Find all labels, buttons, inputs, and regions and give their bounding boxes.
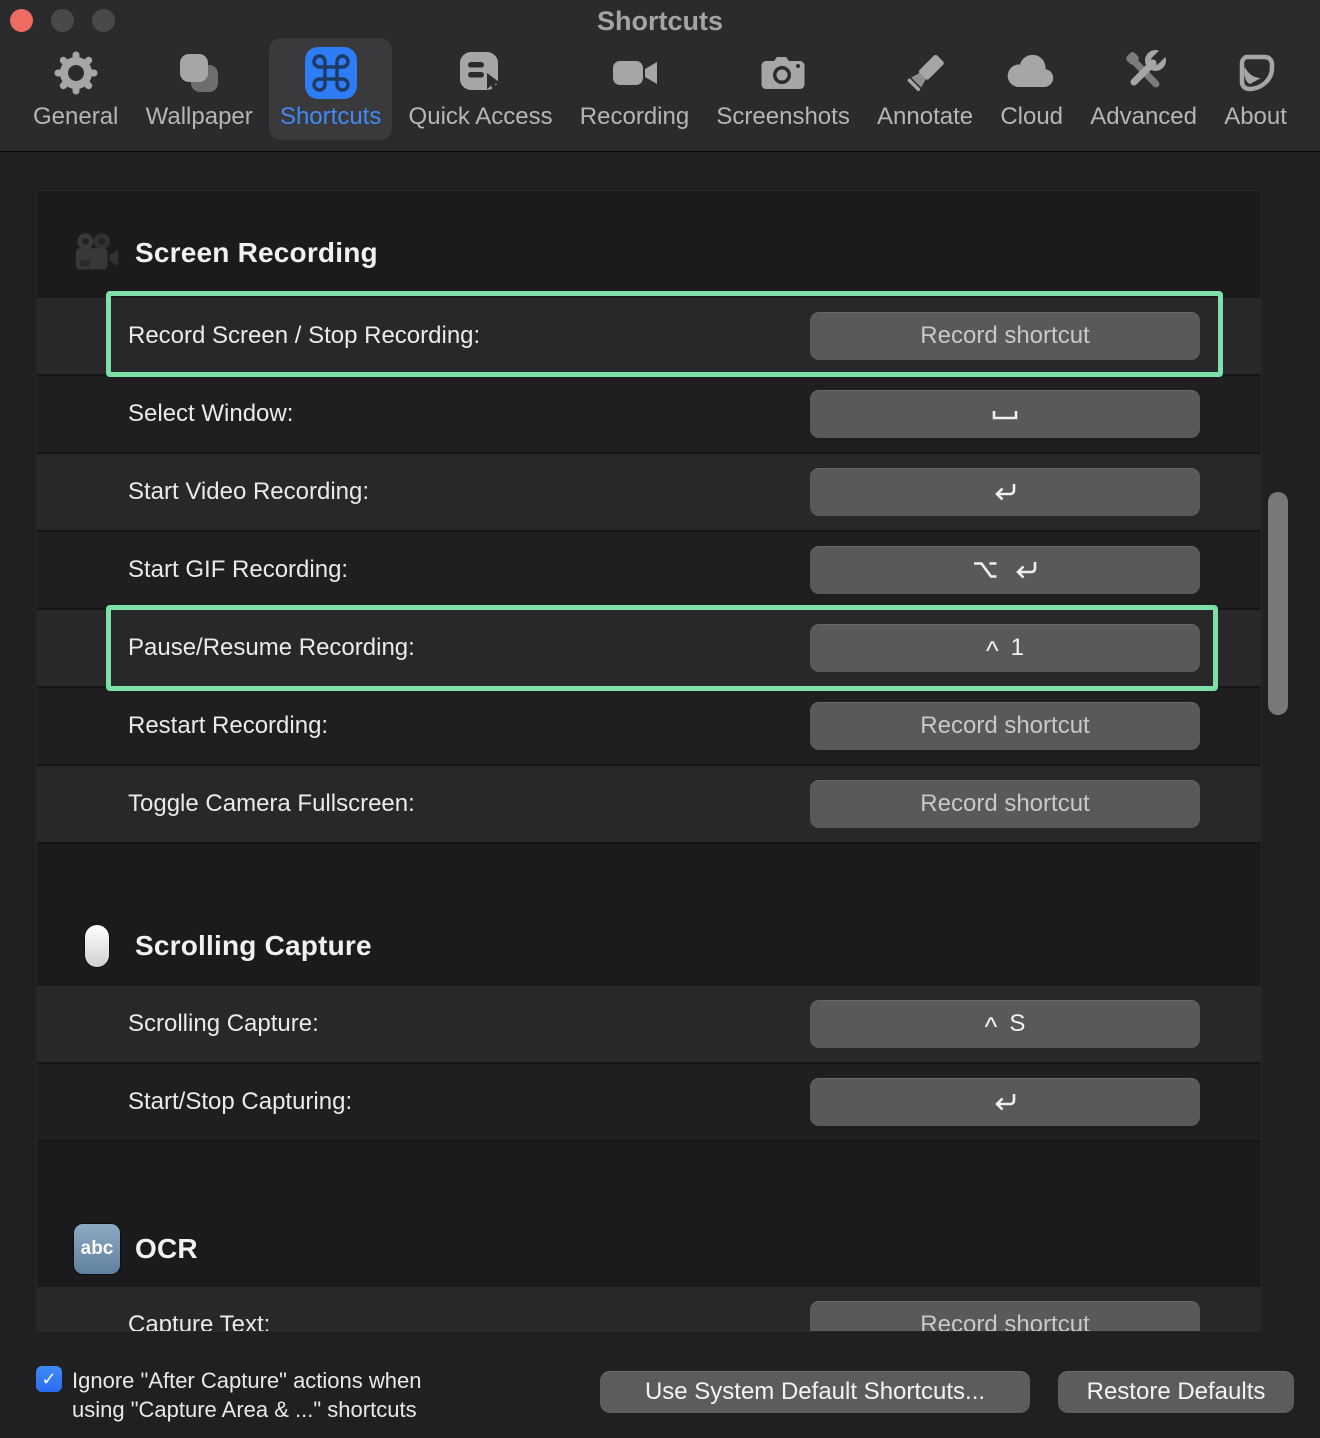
ignore-after-capture-checkbox-row: ✓ Ignore "After Capture" actions when us… <box>36 1366 421 1424</box>
section-header-ocr: abc OCR <box>37 1142 1261 1287</box>
tab-label-screenshots: Screenshots <box>716 103 849 131</box>
record-shortcut-placeholder: Record shortcut <box>920 712 1089 740</box>
window-chrome: Shortcuts General Wallpaper Shortcuts Quick… <box>0 0 1320 152</box>
ignore-after-capture-checkbox[interactable]: ✓ <box>36 1366 62 1392</box>
footer-buttons: Use System Default Shortcuts... Restore D… <box>600 1371 1294 1413</box>
restore-defaults-button[interactable]: Restore Defaults <box>1058 1371 1294 1413</box>
row-capture-text: Capture Text: Record shortcut <box>37 1287 1261 1332</box>
row-label: Start GIF Recording: <box>128 556 348 584</box>
camera-icon <box>759 45 807 101</box>
row-label: Capture Text: <box>128 1311 270 1332</box>
checkbox-label-line1: Ignore "After Capture" actions when <box>72 1366 421 1395</box>
tab-label-shortcuts: Shortcuts <box>280 103 381 131</box>
tab-advanced[interactable]: Advanced <box>1079 38 1208 140</box>
row-label: Start/Stop Capturing: <box>128 1088 352 1116</box>
record-shortcut-placeholder: Record shortcut <box>920 1311 1089 1332</box>
shortcut-button-select-window[interactable] <box>810 390 1200 438</box>
shortcut-button-restart-recording[interactable]: Record shortcut <box>810 702 1200 750</box>
tab-about[interactable]: About <box>1213 38 1298 140</box>
shortcut-button-scrolling-capture[interactable]: ^S <box>810 1000 1200 1048</box>
tab-label-cloud: Cloud <box>1000 103 1063 131</box>
toolbar-tabs: General Wallpaper Shortcuts Quick Access Rec… <box>0 38 1320 151</box>
tab-quick-access[interactable]: Quick Access <box>398 38 564 140</box>
mouse-shape <box>85 925 109 967</box>
cloud-icon <box>1006 45 1058 101</box>
gear-icon <box>53 45 99 101</box>
tab-label-general: General <box>33 103 118 131</box>
row-restart-recording: Restart Recording: Record shortcut <box>37 688 1261 764</box>
video-camera-icon <box>611 45 659 101</box>
row-start-gif-recording: Start GIF Recording: <box>37 532 1261 608</box>
marker-icon <box>902 45 948 101</box>
return-key-icon <box>1012 557 1040 583</box>
row-label: Select Window: <box>128 400 293 428</box>
tab-label-about: About <box>1224 103 1287 131</box>
record-shortcut-placeholder: Record shortcut <box>920 790 1089 818</box>
checkbox-label: Ignore "After Capture" actions when usin… <box>72 1366 421 1424</box>
use-system-default-shortcuts-button[interactable]: Use System Default Shortcuts... <box>600 1371 1030 1413</box>
tab-recording[interactable]: Recording <box>569 38 700 140</box>
mouse-icon <box>73 925 121 967</box>
tab-wallpaper[interactable]: Wallpaper <box>135 38 264 140</box>
shortcut-button-toggle-camera-fullscreen[interactable]: Record shortcut <box>810 780 1200 828</box>
checkbox-label-line2: using "Capture Area & ..." shortcuts <box>72 1395 421 1424</box>
section-title: OCR <box>135 1233 198 1265</box>
return-key-icon <box>991 479 1019 505</box>
window-title: Shortcuts <box>0 6 1320 37</box>
preferences-window: Shortcuts General Wallpaper Shortcuts Quick… <box>0 0 1320 1438</box>
row-start-stop-capturing: Start/Stop Capturing: <box>37 1064 1261 1140</box>
space-key-icon <box>990 401 1020 427</box>
row-label: Restart Recording: <box>128 712 328 740</box>
key-char: S <box>1009 1010 1025 1038</box>
tab-label-annotate: Annotate <box>877 103 973 131</box>
row-label: Start Video Recording: <box>128 478 369 506</box>
tab-label-recording: Recording <box>580 103 689 131</box>
titlebar: Shortcuts <box>0 0 1320 38</box>
tab-screenshots[interactable]: Screenshots <box>705 38 860 140</box>
shortcut-button-start-video-recording[interactable] <box>810 468 1200 516</box>
shortcut-button-start-stop-capturing[interactable] <box>810 1078 1200 1126</box>
section-header-screen-recording: Screen Recording <box>37 191 1261 298</box>
row-toggle-camera-fullscreen: Toggle Camera Fullscreen: Record shortcut <box>37 766 1261 842</box>
tools-icon <box>1120 45 1168 101</box>
tab-general[interactable]: General <box>22 38 129 140</box>
section-title: Screen Recording <box>135 237 378 269</box>
tab-label-advanced: Advanced <box>1090 103 1197 131</box>
row-label: Toggle Camera Fullscreen: <box>128 790 415 818</box>
row-start-video-recording: Start Video Recording: <box>37 454 1261 530</box>
row-label: Scrolling Capture: <box>128 1010 319 1038</box>
quick-access-icon <box>456 45 506 101</box>
command-icon <box>305 45 357 101</box>
row-select-window: Select Window: <box>37 376 1261 452</box>
shortcut-button-capture-text[interactable]: Record shortcut <box>810 1301 1200 1332</box>
section-header-scrolling-capture: Scrolling Capture <box>37 844 1261 986</box>
tab-label-quick-access: Quick Access <box>409 103 553 131</box>
abc-badge-icon: abc <box>73 1224 121 1274</box>
wallpaper-icon <box>176 45 222 101</box>
highlight-annotation-pause-resume <box>106 605 1218 691</box>
tab-label-wallpaper: Wallpaper <box>146 103 253 131</box>
logo-icon <box>1233 45 1279 101</box>
row-scrolling-capture: Scrolling Capture:^S <box>37 986 1261 1062</box>
option-key-icon <box>970 557 1000 583</box>
abc-badge: abc <box>74 1224 120 1274</box>
tab-cloud[interactable]: Cloud <box>989 38 1074 140</box>
highlight-annotation-record-screen <box>106 291 1223 377</box>
section-title: Scrolling Capture <box>135 930 372 962</box>
scrollbar-thumb[interactable] <box>1268 492 1288 715</box>
return-key-icon <box>991 1089 1019 1115</box>
movie-camera-icon <box>73 231 121 275</box>
tab-shortcuts[interactable]: Shortcuts <box>269 38 392 140</box>
tab-annotate[interactable]: Annotate <box>866 38 984 140</box>
control-key-glyph: ^ <box>985 1012 998 1043</box>
shortcut-button-start-gif-recording[interactable] <box>810 546 1200 594</box>
